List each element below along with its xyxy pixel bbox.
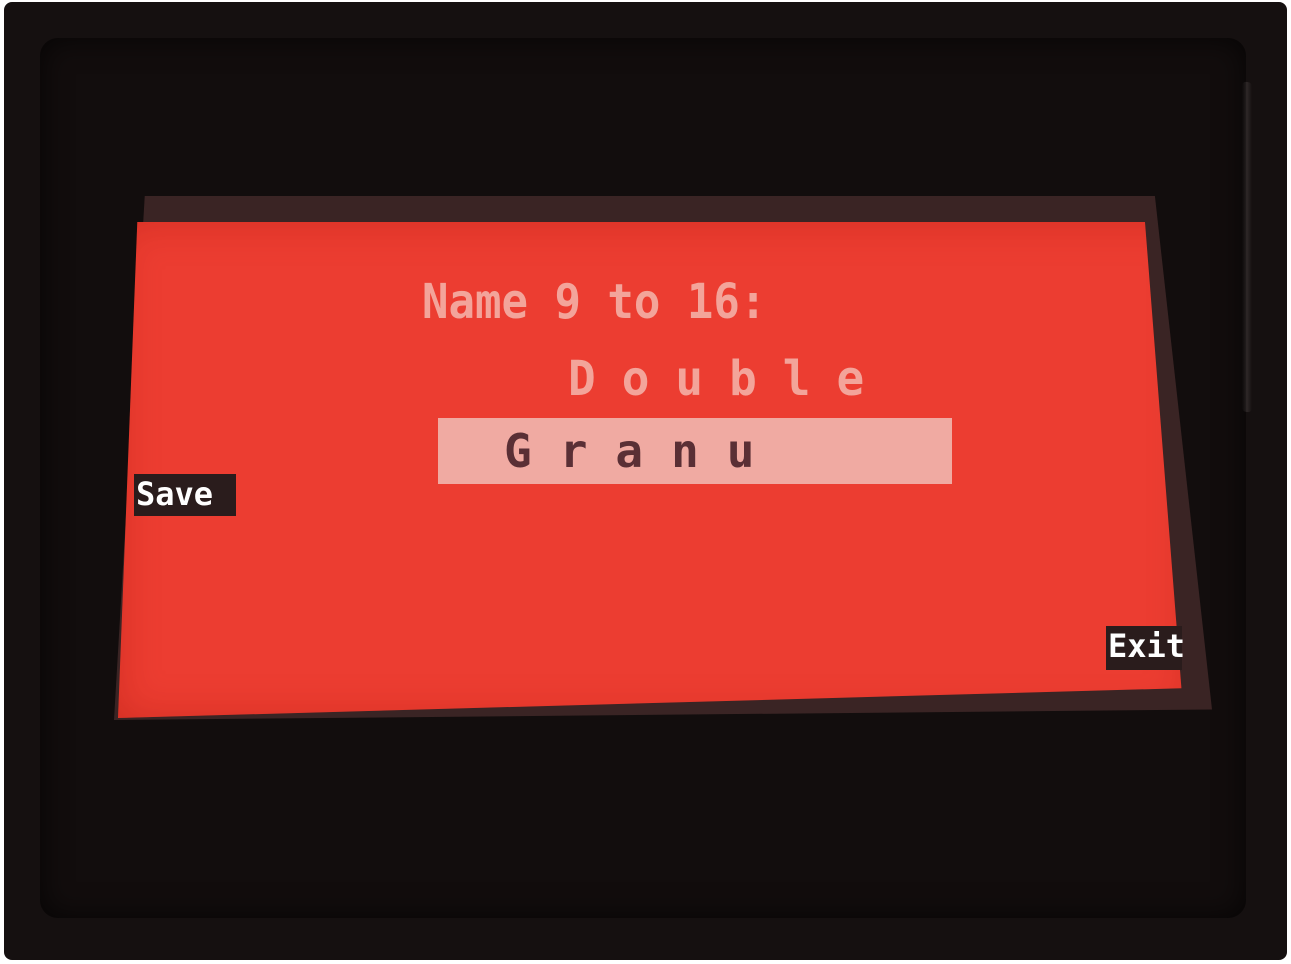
screen-title: Name 9 to 16: [422, 274, 767, 331]
bezel-reflection [1242, 81, 1252, 413]
name-line-value: Double [568, 350, 891, 407]
exit-softkey[interactable]: Exit [1106, 626, 1185, 670]
edit-field-value: Granu [504, 424, 783, 478]
name-edit-field[interactable]: Granu [438, 418, 952, 484]
save-softkey[interactable]: Save [134, 474, 236, 516]
